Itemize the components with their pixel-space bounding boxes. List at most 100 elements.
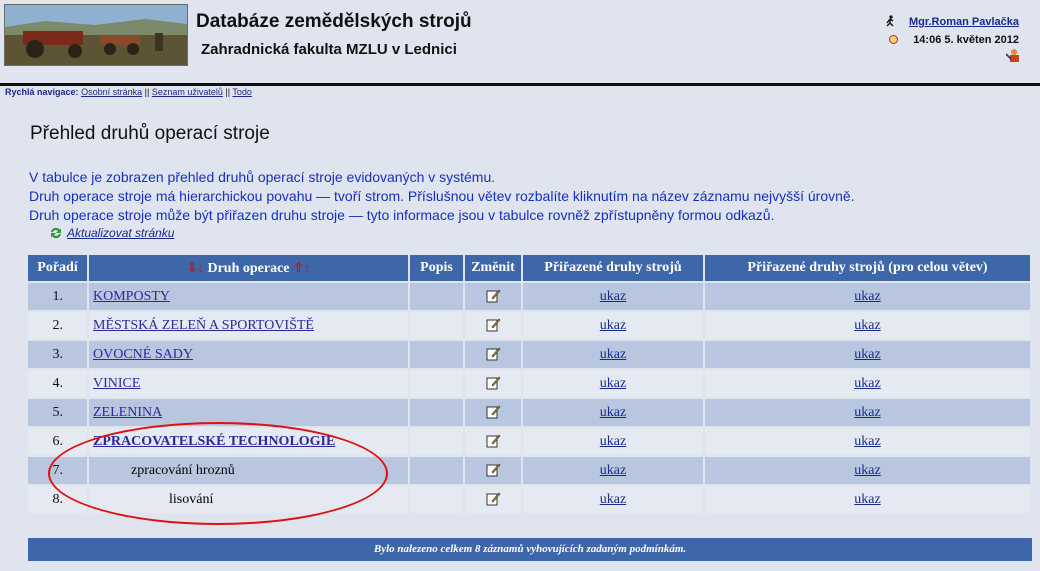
table-row: 5. ZELENINA ukaz ukaz — [28, 399, 1030, 426]
column-header-order: Pořadí — [28, 255, 87, 281]
refresh-link[interactable]: Aktualizovat stránku — [67, 226, 174, 240]
row-assigned-cell: ukaz — [523, 486, 703, 513]
row-order: 1. — [28, 283, 87, 310]
assigned-branch-link[interactable]: ukaz — [854, 434, 880, 449]
row-description — [410, 399, 463, 426]
header-divider — [0, 83, 1040, 86]
assigned-link[interactable]: ukaz — [600, 376, 626, 391]
row-assigned-branch-cell: ukaz — [705, 370, 1030, 397]
row-assigned-cell: ukaz — [523, 399, 703, 426]
assigned-link[interactable]: ukaz — [600, 347, 626, 362]
operation-link[interactable]: MĚSTSKÁ ZELEŇ A SPORTOVIŠTĚ — [93, 318, 314, 333]
row-assigned-branch-cell: ukaz — [705, 283, 1030, 310]
row-order: 3. — [28, 341, 87, 368]
table-row: 2. MĚSTSKÁ ZELEŇ A SPORTOVIŠTĚ ukaz ukaz — [28, 312, 1030, 339]
annotation-ellipse — [48, 422, 388, 525]
row-assigned-cell: ukaz — [523, 428, 703, 455]
table-row: 1. KOMPOSTY ukaz ukaz — [28, 283, 1030, 310]
edit-icon[interactable] — [486, 317, 501, 332]
page-title: Přehled druhů operací stroje — [30, 123, 270, 144]
row-assigned-branch-cell: ukaz — [705, 457, 1030, 484]
row-edit-cell — [465, 399, 521, 426]
operation-link[interactable]: KOMPOSTY — [93, 289, 170, 304]
quicknav-label: Rychlá navigace: — [5, 87, 79, 97]
edit-icon[interactable] — [486, 433, 501, 448]
column-header-name-label: Druh operace — [207, 260, 290, 276]
assigned-branch-link[interactable]: ukaz — [854, 318, 880, 333]
row-order: 2. — [28, 312, 87, 339]
edit-icon[interactable] — [486, 346, 501, 361]
clock-icon — [889, 35, 898, 44]
row-assigned-branch-cell: ukaz — [705, 486, 1030, 513]
row-assigned-branch-cell: ukaz — [705, 312, 1030, 339]
column-header-name[interactable]: ⇓↓ Druh operace ⇑↑ — [89, 255, 408, 281]
row-assigned-cell: ukaz — [523, 312, 703, 339]
column-header-description: Popis — [410, 255, 463, 281]
row-assigned-cell: ukaz — [523, 457, 703, 484]
row-description — [410, 312, 463, 339]
results-footer: Bylo nalezeno celkem 8 záznamů vyhovujíc… — [28, 538, 1032, 561]
intro-line: V tabulce je zobrazen přehled druhů oper… — [29, 169, 496, 185]
edit-icon[interactable] — [486, 404, 501, 419]
app-subtitle: Zahradnická fakulta MZLU v Lednici — [201, 41, 457, 58]
assigned-link[interactable]: ukaz — [600, 463, 626, 478]
row-edit-cell — [465, 341, 521, 368]
edit-icon[interactable] — [486, 491, 501, 506]
row-edit-cell — [465, 486, 521, 513]
column-header-assigned-branch: Přiřazené druhy strojů (pro celou větev) — [705, 255, 1030, 281]
quicknav-link-todo[interactable]: Todo — [232, 87, 252, 97]
edit-icon[interactable] — [486, 375, 501, 390]
row-assigned-cell: ukaz — [523, 370, 703, 397]
row-assigned-cell: ukaz — [523, 283, 703, 310]
assigned-link[interactable]: ukaz — [600, 492, 626, 507]
user-name-link[interactable]: Mgr.Roman Pavlačka — [909, 16, 1019, 28]
assigned-branch-link[interactable]: ukaz — [854, 347, 880, 362]
assigned-branch-link[interactable]: ukaz — [854, 289, 880, 304]
user-icon — [886, 15, 894, 27]
datetime: 14:06 5. květen 2012 — [913, 34, 1019, 46]
quicknav-separator: || — [225, 87, 231, 97]
assigned-branch-link[interactable]: ukaz — [854, 463, 880, 478]
app-title: Databáze zemědělských strojů — [196, 11, 472, 32]
row-assigned-branch-cell: ukaz — [705, 428, 1030, 455]
assigned-branch-link[interactable]: ukaz — [854, 405, 880, 420]
row-name-cell: KOMPOSTY — [89, 283, 408, 310]
row-edit-cell — [465, 283, 521, 310]
assigned-branch-link[interactable]: ukaz — [854, 492, 880, 507]
logout-icon[interactable] — [1006, 48, 1020, 63]
row-description — [410, 283, 463, 310]
assigned-link[interactable]: ukaz — [600, 289, 626, 304]
row-edit-cell — [465, 428, 521, 455]
refresh-link-wrapper: Aktualizovat stránku — [49, 226, 174, 240]
row-description — [410, 341, 463, 368]
table-row: 3. OVOCNÉ SADY ukaz ukaz — [28, 341, 1030, 368]
edit-icon[interactable] — [486, 462, 501, 477]
quicknav-link-users[interactable]: Seznam uživatelů — [152, 87, 223, 97]
assigned-link[interactable]: ukaz — [600, 405, 626, 420]
row-assigned-branch-cell: ukaz — [705, 341, 1030, 368]
row-order: 4. — [28, 370, 87, 397]
row-edit-cell — [465, 370, 521, 397]
quicknav-separator: || — [144, 87, 150, 97]
row-name-cell: VINICE — [89, 370, 408, 397]
intro-line: Druh operace stroje může být přiřazen dr… — [29, 207, 775, 223]
table-header-row: Pořadí ⇓↓ Druh operace ⇑↑ Popis Změnit P… — [28, 255, 1030, 281]
table-row: 4. VINICE ukaz ukaz — [28, 370, 1030, 397]
intro-text: V tabulce je zobrazen přehled druhů oper… — [29, 168, 855, 225]
row-edit-cell — [465, 312, 521, 339]
row-name-cell: OVOCNÉ SADY — [89, 341, 408, 368]
logo-image — [4, 4, 188, 66]
sort-desc-icon[interactable]: ⇓↓ — [187, 260, 204, 275]
intro-line: Druh operace stroje má hierarchickou pov… — [29, 188, 855, 204]
assigned-link[interactable]: ukaz — [600, 434, 626, 449]
assigned-link[interactable]: ukaz — [600, 318, 626, 333]
operation-link[interactable]: OVOCNÉ SADY — [93, 347, 193, 362]
operation-link[interactable]: VINICE — [93, 376, 140, 391]
quicknav-link-personal[interactable]: Osobní stránka — [81, 87, 142, 97]
operation-link[interactable]: ZELENINA — [93, 405, 162, 420]
row-order: 5. — [28, 399, 87, 426]
assigned-branch-link[interactable]: ukaz — [854, 376, 880, 391]
sort-asc-icon[interactable]: ⇑↑ — [293, 260, 310, 275]
edit-icon[interactable] — [486, 288, 501, 303]
refresh-icon[interactable] — [49, 226, 63, 240]
